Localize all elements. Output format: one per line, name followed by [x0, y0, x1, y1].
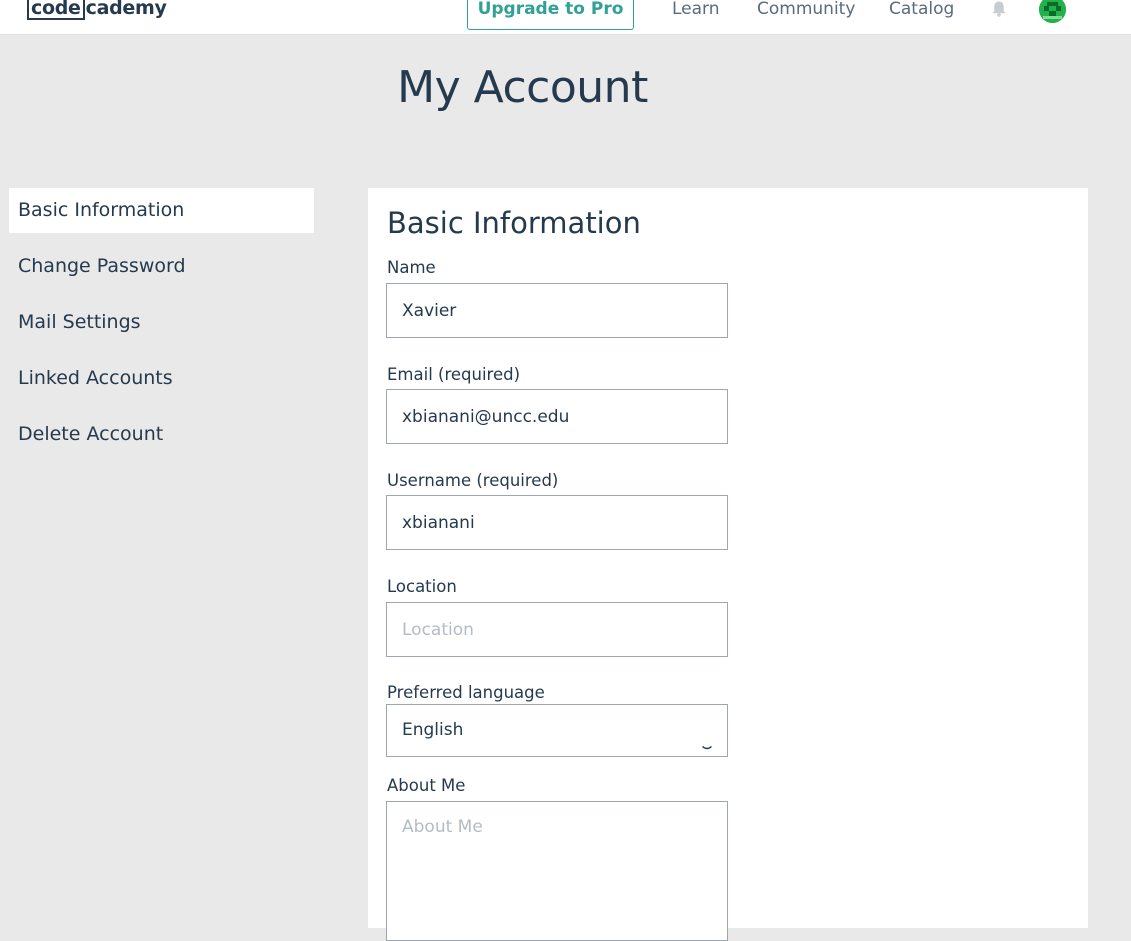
about-me-label: About Me [387, 776, 466, 795]
top-nav-bar: code cademy Upgrade to Pro Learn Communit… [0, 0, 1131, 35]
location-input[interactable] [386, 602, 728, 657]
nav-community-link[interactable]: Community [757, 0, 855, 21]
username-label: Username (required) [387, 471, 559, 490]
section-title: Basic Information [387, 206, 641, 240]
preferred-language-label: Preferred language [387, 683, 545, 702]
sidebar-item-delete-account[interactable]: Delete Account [9, 412, 314, 457]
upgrade-to-pro-button[interactable]: Upgrade to Pro [467, 0, 634, 30]
sidebar-item-mail-settings[interactable]: Mail Settings [9, 300, 314, 345]
basic-information-card: Basic Information Name Email (required) … [368, 188, 1088, 941]
bell-icon[interactable] [990, 0, 1008, 18]
nav-learn-link[interactable]: Learn [672, 0, 720, 21]
sidebar-item-change-password[interactable]: Change Password [9, 244, 314, 289]
logo-code-text: code [27, 0, 85, 20]
page-title: My Account [397, 62, 648, 113]
account-sidebar: Basic Information Change Password Mail S… [9, 188, 314, 468]
name-input[interactable] [386, 283, 728, 338]
username-input[interactable] [386, 495, 728, 550]
email-label: Email (required) [387, 365, 521, 384]
sidebar-item-basic-information[interactable]: Basic Information [9, 188, 314, 233]
chevron-down-icon [701, 724, 713, 750]
logo-cademy-text: cademy [85, 0, 167, 19]
codecademy-logo[interactable]: code cademy [27, 0, 167, 22]
nav-catalog-link[interactable]: Catalog [889, 0, 954, 21]
user-avatar-icon[interactable] [1039, 0, 1066, 23]
about-me-textarea[interactable] [386, 801, 728, 941]
sidebar-item-linked-accounts[interactable]: Linked Accounts [9, 356, 314, 401]
email-input[interactable] [386, 389, 728, 444]
preferred-language-select[interactable]: English [386, 704, 728, 757]
preferred-language-value: English [402, 720, 464, 740]
name-label: Name [387, 258, 436, 277]
location-label: Location [387, 577, 457, 596]
